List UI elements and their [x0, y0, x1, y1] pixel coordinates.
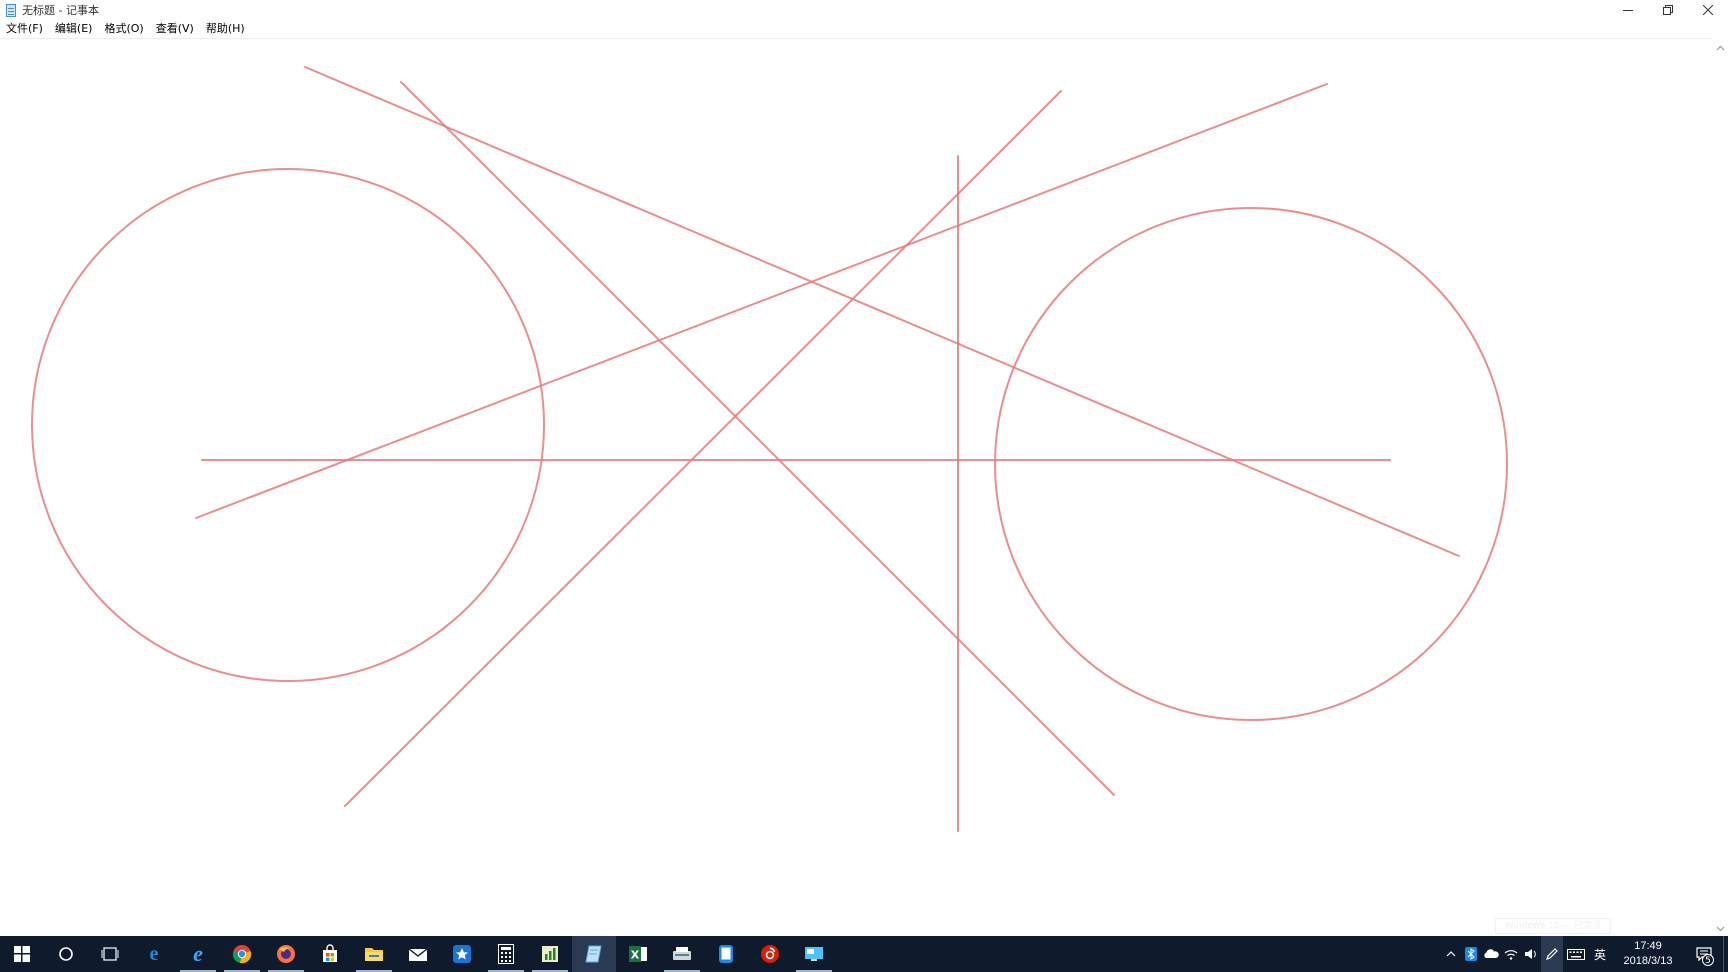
keyboard-icon: [1567, 948, 1585, 960]
wifi-icon: [1504, 950, 1518, 960]
scroll-up-button[interactable]: [1713, 40, 1728, 55]
pen-stroke-circle-1: [31, 168, 545, 682]
close-icon: [1703, 5, 1713, 15]
taskbar-file-explorer[interactable]: [352, 936, 396, 972]
action-center-button[interactable]: 5: [1685, 936, 1723, 972]
pen-stroke-line-3: [344, 90, 1062, 807]
svg-text:X: X: [631, 949, 640, 962]
taskbar-chrome[interactable]: [220, 936, 264, 972]
tray-pen-workspace[interactable]: [1541, 936, 1563, 972]
ie-icon: e: [193, 941, 203, 966]
window-controls: [1608, 0, 1728, 20]
edge-icon: e: [149, 942, 159, 965]
taskbar-ie[interactable]: e: [176, 936, 220, 972]
ime-indicator[interactable]: 英: [1589, 936, 1611, 972]
calculator-icon: [498, 944, 514, 964]
activation-watermark: Windows 10 — 已激活: [1495, 918, 1611, 934]
taskbar-phone-app[interactable]: [704, 936, 748, 972]
minimize-icon: [1623, 10, 1633, 11]
menu-format[interactable]: 格式(O): [98, 20, 149, 38]
start-button[interactable]: [0, 936, 44, 972]
search-ring-icon: [59, 947, 73, 961]
store-icon: [323, 944, 337, 962]
clock-time: 17:49: [1634, 940, 1662, 952]
cortana-button[interactable]: [44, 936, 88, 972]
taskbar-mail[interactable]: [396, 936, 440, 972]
menu-view[interactable]: 查看(V): [150, 20, 200, 38]
remote-desktop-icon: [805, 947, 823, 961]
pen-stroke-line-1: [304, 66, 1460, 557]
taskbar-scanner[interactable]: [660, 936, 704, 972]
clock[interactable]: 17:49 2018/3/13: [1611, 939, 1685, 969]
volume-icon: [1525, 949, 1536, 959]
mail-icon: [408, 948, 428, 961]
taskbar-netease-music[interactable]: [748, 936, 792, 972]
notepad-icon: [585, 945, 602, 963]
clock-date: 2018/3/13: [1623, 955, 1673, 967]
tray-touch-keyboard[interactable]: [1563, 936, 1589, 972]
menu-help[interactable]: 帮助(H): [200, 20, 251, 38]
taskbar-remote-desktop[interactable]: [792, 936, 836, 972]
window-title: 无标题 - 记事本: [22, 4, 99, 17]
tray-volume[interactable]: [1521, 936, 1541, 972]
pen-stroke-line-4: [195, 83, 1328, 519]
taskbar-excel[interactable]: X: [616, 936, 660, 972]
taskbar-notepad[interactable]: [572, 936, 616, 972]
restore-icon: [1663, 5, 1673, 15]
minimize-button[interactable]: [1608, 0, 1648, 20]
scroll-down-button[interactable]: [1713, 921, 1728, 936]
tray-network[interactable]: [1501, 936, 1521, 972]
title-bar[interactable]: 无标题 - 记事本: [0, 0, 1728, 20]
tray-onedrive[interactable]: [1481, 936, 1501, 972]
taskbar-firefox[interactable]: [264, 936, 308, 972]
notepad-icon: [4, 3, 17, 17]
pen-stroke-circle-2: [994, 207, 1508, 721]
chevron-down-icon: [1716, 926, 1725, 931]
pen-icon: [1546, 948, 1558, 960]
menu-file[interactable]: 文件(F): [0, 20, 49, 38]
bluetooth-icon: [1465, 947, 1477, 961]
close-button[interactable]: [1688, 0, 1728, 20]
chevron-up-icon: [1716, 45, 1725, 50]
firefox-icon: [277, 945, 295, 963]
music-icon: [761, 945, 779, 963]
taskbar-store[interactable]: [308, 936, 352, 972]
system-tray: 英 17:49 2018/3/13 5: [1441, 936, 1728, 972]
taskbar-favorites[interactable]: [440, 936, 484, 972]
task-view-icon: [101, 947, 119, 961]
vertical-scrollbar[interactable]: [1713, 38, 1728, 936]
taskbar-chart-app[interactable]: [528, 936, 572, 972]
chrome-icon: [232, 945, 252, 964]
windows-logo-icon: [14, 946, 30, 962]
excel-icon: X: [629, 946, 647, 962]
pen-stroke-line-2: [400, 81, 1115, 796]
phone-icon: [719, 945, 733, 963]
notification-count-badge: 5: [1702, 954, 1714, 966]
taskbar-calculator[interactable]: [484, 936, 528, 972]
show-desktop-button[interactable]: [1723, 936, 1728, 972]
menu-bar: 文件(F) 编辑(E) 格式(O) 查看(V) 帮助(H): [0, 20, 1728, 38]
folder-icon: [365, 948, 383, 961]
text-editor-area[interactable]: [0, 38, 1713, 936]
cloud-icon: [1484, 949, 1499, 958]
pen-drawing: [31, 66, 1508, 832]
scanner-icon: [673, 947, 691, 960]
star-app-icon: [453, 945, 471, 963]
show-hidden-icons-button[interactable]: [1441, 936, 1461, 972]
restore-button[interactable]: [1648, 0, 1688, 20]
chevron-up-icon: [1446, 951, 1456, 957]
chart-app-icon: [542, 946, 558, 962]
taskbar: e e X 英 17:49 2018/3/13 5: [0, 936, 1728, 972]
menu-edit[interactable]: 编辑(E): [49, 20, 99, 38]
task-view-button[interactable]: [88, 936, 132, 972]
taskbar-edge[interactable]: e: [132, 936, 176, 972]
tray-bluetooth[interactable]: [1461, 936, 1481, 972]
